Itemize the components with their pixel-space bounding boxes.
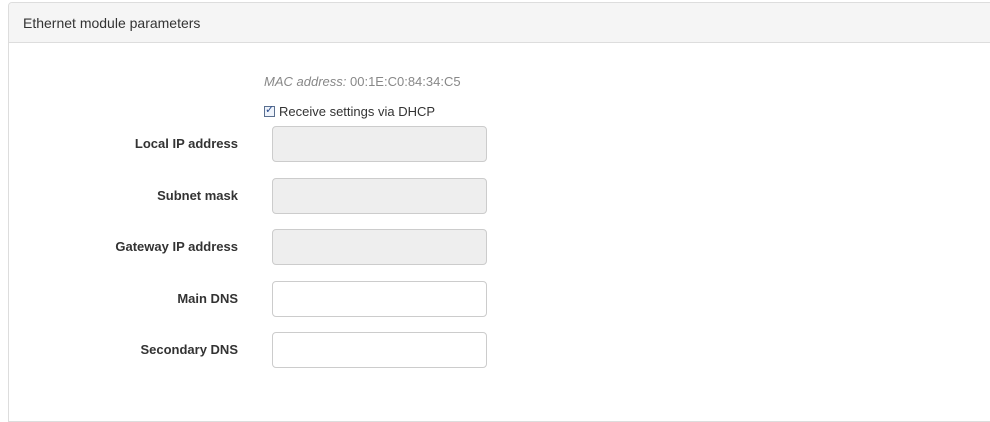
subnet-mask-input[interactable]	[272, 178, 487, 214]
gateway-ip-input[interactable]	[272, 229, 487, 265]
dhcp-option[interactable]: ✓ Receive settings via DHCP	[264, 102, 435, 120]
secondary-dns-label: Secondary DNS	[140, 342, 238, 357]
form-row-local-ip: Local IP address	[0, 126, 990, 162]
dhcp-checkbox[interactable]: ✓	[264, 103, 275, 117]
local-ip-input[interactable]	[272, 126, 487, 162]
main-dns-input[interactable]	[272, 281, 487, 317]
panel-title: Ethernet module parameters	[9, 3, 990, 43]
check-icon: ✓	[265, 103, 275, 116]
subnet-mask-label: Subnet mask	[157, 188, 238, 203]
form-row-main-dns: Main DNS	[0, 281, 990, 317]
mac-address-label: MAC address:	[264, 74, 347, 89]
dhcp-checkbox-label[interactable]: Receive settings via DHCP	[279, 104, 435, 119]
gateway-ip-label: Gateway IP address	[115, 239, 238, 254]
form-row-secondary-dns: Secondary DNS	[0, 332, 990, 368]
local-ip-label: Local IP address	[134, 136, 238, 151]
mac-address-value: 00:1E:C0:84:34:C5	[350, 74, 461, 89]
mac-address-line: MAC address: 00:1E:C0:84:34:C5	[264, 74, 461, 89]
form-row-gateway-ip: Gateway IP address	[0, 229, 990, 265]
form-row-subnet-mask: Subnet mask	[0, 178, 990, 214]
secondary-dns-input[interactable]	[272, 332, 487, 368]
main-dns-label: Main DNS	[177, 291, 238, 306]
